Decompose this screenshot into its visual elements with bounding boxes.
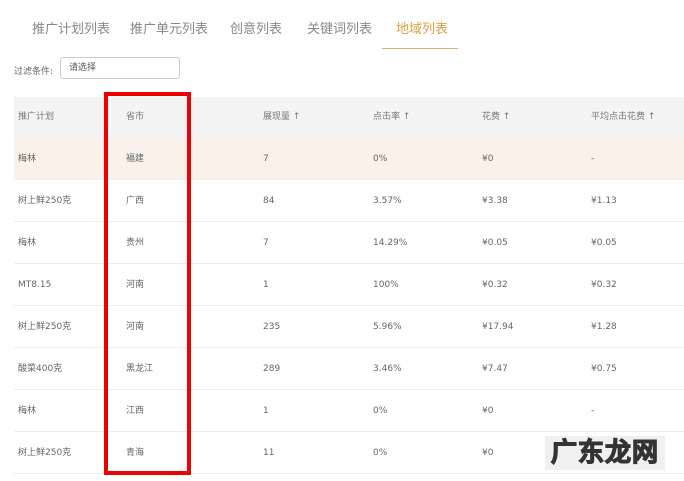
cell-province: 黑龙江 bbox=[126, 364, 154, 374]
cell-impressions: 84 bbox=[263, 196, 275, 206]
tab-region-list[interactable]: 地域列表 bbox=[396, 18, 448, 37]
watermark-logo: 广东龙网 bbox=[545, 436, 666, 470]
table-row[interactable]: 梅林 福建 7 0% ¥0 - bbox=[14, 138, 684, 180]
cell-avg-cpc: ¥0.75 bbox=[591, 364, 617, 374]
cell-avg-cpc: ¥1.13 bbox=[591, 196, 617, 206]
header-province: 省市 bbox=[126, 112, 145, 122]
cell-impressions: 235 bbox=[263, 322, 281, 332]
cell-ctr: 5.96% bbox=[373, 322, 402, 332]
table-row[interactable]: 酸菜400克 黑龙江 289 3.46% ¥7.47 ¥0.75 bbox=[14, 348, 684, 390]
cell-impressions: 289 bbox=[263, 364, 281, 374]
cell-campaign: 酸菜400克 bbox=[18, 364, 63, 374]
cell-impressions: 7 bbox=[263, 238, 269, 248]
cell-cost: ¥17.94 bbox=[482, 322, 514, 332]
cell-avg-cpc: - bbox=[591, 406, 595, 416]
cell-ctr: 0% bbox=[373, 154, 388, 164]
cell-province: 河南 bbox=[126, 322, 145, 332]
table-row[interactable]: 梅林 江西 1 0% ¥0 - bbox=[14, 390, 684, 432]
cell-campaign: 梅林 bbox=[18, 154, 37, 164]
cell-campaign: 树上鲜250克 bbox=[18, 196, 72, 206]
cell-cost: ¥0 bbox=[482, 154, 494, 164]
tab-creative-list[interactable]: 创意列表 bbox=[230, 18, 282, 37]
cell-cost: ¥0 bbox=[482, 406, 494, 416]
header-ctr-sort[interactable]: 点击率 ↑ bbox=[373, 97, 410, 138]
cell-province: 河南 bbox=[126, 280, 145, 290]
header-cost-sort[interactable]: 花费 ↑ bbox=[482, 97, 510, 138]
cell-avg-cpc: ¥1.28 bbox=[591, 322, 617, 332]
cell-impressions: 11 bbox=[263, 448, 275, 458]
cell-impressions: 7 bbox=[263, 154, 269, 164]
filter-label: 过滤条件: bbox=[14, 67, 54, 77]
table-row[interactable]: 树上鲜250克 河南 235 5.96% ¥17.94 ¥1.28 bbox=[14, 306, 684, 348]
tab-unit-list[interactable]: 推广单元列表 bbox=[130, 18, 208, 37]
cell-campaign: 梅林 bbox=[18, 238, 37, 248]
header-impressions-sort[interactable]: 展现量 ↑ bbox=[263, 97, 300, 138]
cell-province: 福建 bbox=[126, 154, 145, 164]
tab-bar: 推广计划列表 推广单元列表 创意列表 关键词列表 地域列表 bbox=[0, 0, 684, 50]
cell-campaign: 树上鲜250克 bbox=[18, 448, 72, 458]
cell-campaign: 树上鲜250克 bbox=[18, 322, 72, 332]
cell-province: 青海 bbox=[126, 448, 145, 458]
header-avg-cpc-sort[interactable]: 平均点击花费 ↑ bbox=[591, 97, 655, 138]
cell-ctr: 14.29% bbox=[373, 238, 408, 248]
tab-campaign-list[interactable]: 推广计划列表 bbox=[32, 18, 110, 37]
active-tab-underline bbox=[382, 48, 458, 49]
table-row[interactable]: 梅林 贵州 7 14.29% ¥0.05 ¥0.05 bbox=[14, 222, 684, 264]
region-table: 推广计划 省市 展现量 ↑ 点击率 ↑ 花费 ↑ 平均点击花费 ↑ 梅林 福建 7 0… bbox=[14, 97, 684, 474]
cell-impressions: 1 bbox=[263, 280, 269, 290]
cell-ctr: 100% bbox=[373, 280, 399, 290]
tab-keyword-list[interactable]: 关键词列表 bbox=[307, 18, 372, 37]
table-row[interactable]: MT8.15 河南 1 100% ¥0.32 ¥0.32 bbox=[14, 264, 684, 306]
header-campaign: 推广计划 bbox=[18, 112, 55, 122]
cell-avg-cpc: - bbox=[591, 154, 595, 164]
cell-impressions: 1 bbox=[263, 406, 269, 416]
cell-cost: ¥0.32 bbox=[482, 280, 508, 290]
cell-province: 江西 bbox=[126, 406, 145, 416]
cell-ctr: 0% bbox=[373, 406, 388, 416]
cell-avg-cpc: ¥0.32 bbox=[591, 280, 617, 290]
cell-cost: ¥0.05 bbox=[482, 238, 508, 248]
cell-avg-cpc: ¥0.05 bbox=[591, 238, 617, 248]
table-row[interactable]: 树上鲜250克 广西 84 3.57% ¥3.38 ¥1.13 bbox=[14, 180, 684, 222]
cell-ctr: 3.46% bbox=[373, 364, 402, 374]
cell-cost: ¥7.47 bbox=[482, 364, 508, 374]
filter-select[interactable]: 请选择 bbox=[60, 57, 180, 79]
cell-campaign: 梅林 bbox=[18, 406, 37, 416]
cell-province: 广西 bbox=[126, 196, 145, 206]
cell-cost: ¥3.38 bbox=[482, 196, 508, 206]
cell-province: 贵州 bbox=[126, 238, 145, 248]
cell-ctr: 3.57% bbox=[373, 196, 402, 206]
cell-cost: ¥0 bbox=[482, 448, 494, 458]
table-header-row: 推广计划 省市 展现量 ↑ 点击率 ↑ 花费 ↑ 平均点击花费 ↑ bbox=[14, 97, 684, 138]
cell-campaign: MT8.15 bbox=[18, 280, 52, 290]
cell-ctr: 0% bbox=[373, 448, 388, 458]
